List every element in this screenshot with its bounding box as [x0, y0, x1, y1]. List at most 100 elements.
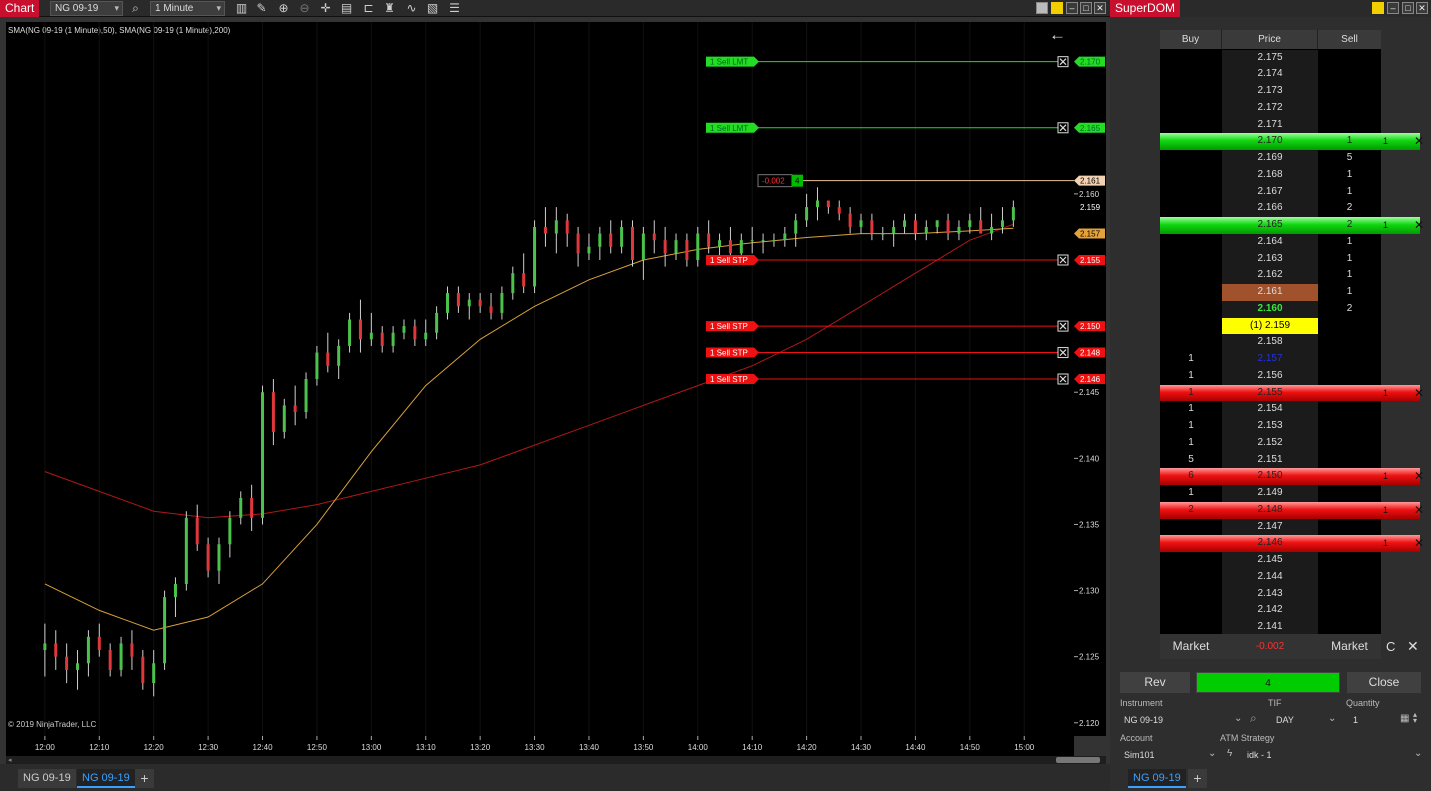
bid-size[interactable]: 1 — [1160, 418, 1222, 435]
position-display[interactable]: 4 — [1196, 672, 1340, 693]
instrument-value[interactable]: NG 09-19 — [1124, 715, 1163, 725]
bid-size[interactable] — [1160, 200, 1222, 217]
ladder-row[interactable]: 2.174 — [1160, 66, 1381, 83]
ask-size[interactable] — [1318, 602, 1381, 619]
ladder-row[interactable]: 1 2.157 — [1160, 351, 1381, 368]
ladder-row[interactable]: 2.144 — [1160, 568, 1381, 586]
ask-size[interactable] — [1318, 50, 1381, 67]
scrollbar-thumb[interactable] — [1056, 757, 1100, 763]
price-cell[interactable]: 2.144 — [1222, 568, 1318, 586]
ask-size[interactable] — [1318, 552, 1381, 569]
price-cell[interactable]: 2.151 — [1222, 451, 1318, 469]
price-cell[interactable]: 2.157 — [1222, 351, 1318, 368]
bid-size[interactable]: 5 — [1160, 452, 1222, 469]
ask-size[interactable] — [1318, 318, 1381, 335]
bid-size[interactable] — [1160, 217, 1222, 234]
bid-size[interactable] — [1160, 66, 1222, 83]
bid-size[interactable]: 2 — [1160, 502, 1222, 519]
ask-size[interactable] — [1318, 368, 1381, 385]
bid-size[interactable]: 6 — [1160, 468, 1222, 485]
price-cell[interactable]: 2.152 — [1222, 434, 1318, 452]
data-box-icon[interactable]: ▧ — [425, 1, 440, 16]
pin-icon[interactable] — [1036, 2, 1048, 14]
ladder-row[interactable]: 2.163 1 — [1160, 250, 1381, 268]
price-cell[interactable]: 2.146 — [1222, 535, 1318, 552]
price-cell[interactable]: 2.164 — [1222, 233, 1318, 251]
price-ladder[interactable]: Buy Price Sell 2.175 2.174 2.173 2.172 2.171… — [1160, 30, 1424, 636]
add-tab-button[interactable]: + — [1188, 769, 1207, 788]
price-cell[interactable]: 2.161 — [1222, 284, 1318, 301]
ask-size[interactable] — [1318, 401, 1381, 418]
price-cell[interactable]: 2.143 — [1222, 585, 1318, 603]
price-cell[interactable]: (1) 2.159 — [1222, 317, 1318, 335]
price-cell[interactable]: 2.167 — [1222, 183, 1318, 201]
bid-size[interactable] — [1160, 117, 1222, 134]
bid-size[interactable] — [1160, 83, 1222, 100]
minimize-icon[interactable]: – — [1066, 2, 1078, 14]
quantity-stepper-icon[interactable]: ▴ ▾ — [1413, 711, 1417, 725]
bid-size[interactable] — [1160, 50, 1222, 67]
ask-size[interactable]: 1 — [1318, 267, 1381, 284]
ladder-row[interactable]: 2.142 — [1160, 602, 1381, 619]
ladder-row[interactable]: 2.145 — [1160, 552, 1381, 569]
ask-size[interactable]: 1 — [1318, 251, 1381, 268]
price-cell[interactable]: 2.163 — [1222, 250, 1318, 268]
ladder-row[interactable]: 2.147 — [1160, 518, 1381, 536]
bid-size[interactable] — [1160, 267, 1222, 284]
bid-size[interactable]: 1 — [1160, 435, 1222, 452]
ask-size[interactable]: 1 — [1318, 284, 1381, 301]
ladder-row[interactable]: 2.173 — [1160, 83, 1381, 100]
bid-size[interactable] — [1160, 301, 1222, 318]
search-icon[interactable]: ⌕ — [128, 1, 143, 16]
bid-size[interactable] — [1160, 334, 1222, 351]
ladder-row[interactable]: 2.175 — [1160, 49, 1381, 67]
account-value[interactable]: Sim101 — [1124, 750, 1155, 760]
zoom-in-icon[interactable]: ⊕ — [276, 1, 291, 16]
ask-size[interactable] — [1318, 385, 1381, 402]
ask-size[interactable] — [1318, 468, 1381, 485]
price-cell[interactable]: 2.148 — [1222, 502, 1318, 519]
ask-size[interactable] — [1318, 351, 1381, 368]
ladder-row[interactable]: 1 2.154 — [1160, 401, 1381, 418]
bid-size[interactable]: 1 — [1160, 401, 1222, 418]
templates-icon[interactable]: ⊏ — [361, 1, 376, 16]
price-cell[interactable]: 2.155 — [1222, 385, 1318, 402]
link-color-icon[interactable] — [1372, 2, 1384, 14]
ask-size[interactable] — [1318, 452, 1381, 469]
properties-icon[interactable]: ▤ — [339, 1, 354, 16]
price-axis[interactable]: 2.160 2.145 2.140 2.135 2.130 2.125 2.120 2.170… — [1074, 22, 1106, 736]
price-cell[interactable]: 2.145 — [1222, 552, 1318, 569]
ladder-row[interactable]: 2.167 1 — [1160, 183, 1381, 201]
superdom-window-title[interactable]: SuperDOM — [1110, 0, 1181, 17]
superdom-tab[interactable]: NG 09-19 — [1128, 769, 1186, 788]
ladder-row[interactable]: 2.165 2 1 ✕ — [1160, 217, 1424, 234]
chevron-down-icon[interactable]: ⌄ — [1234, 713, 1242, 724]
draw-icon[interactable]: ✎ — [254, 1, 269, 16]
ladder-row[interactable]: 1 2.152 — [1160, 434, 1381, 452]
ask-size[interactable] — [1318, 117, 1381, 134]
price-cell[interactable]: 2.147 — [1222, 518, 1318, 536]
bid-size[interactable] — [1160, 167, 1222, 184]
chevron-down-icon[interactable]: ⌄ — [1414, 748, 1422, 759]
atm-strategy-value[interactable]: idk - 1 — [1247, 750, 1272, 760]
ask-size[interactable] — [1318, 586, 1381, 603]
bid-size[interactable] — [1160, 535, 1222, 552]
ask-size[interactable]: 2 — [1318, 217, 1381, 234]
list-icon[interactable]: ☰ — [447, 1, 462, 16]
bid-size[interactable] — [1160, 251, 1222, 268]
maximize-icon[interactable]: □ — [1402, 2, 1414, 14]
price-cell[interactable]: 2.165 — [1222, 217, 1318, 234]
bid-size[interactable] — [1160, 284, 1222, 301]
ladder-row[interactable]: 2.166 2 — [1160, 200, 1381, 217]
bid-size[interactable] — [1160, 586, 1222, 603]
price-cell[interactable]: 2.166 — [1222, 200, 1318, 217]
price-cell[interactable]: 2.156 — [1222, 367, 1318, 385]
price-cell[interactable]: 2.175 — [1222, 49, 1318, 67]
bid-size[interactable]: 1 — [1160, 485, 1222, 502]
close-icon[interactable]: ✕ — [1094, 2, 1106, 14]
price-cell[interactable]: 2.168 — [1222, 166, 1318, 184]
price-cell[interactable]: 2.158 — [1222, 334, 1318, 351]
close-position-button[interactable]: Close — [1347, 672, 1421, 693]
cancel-order-icon[interactable]: ✕ — [1412, 535, 1426, 552]
close-icon[interactable]: ✕ — [1416, 2, 1428, 14]
